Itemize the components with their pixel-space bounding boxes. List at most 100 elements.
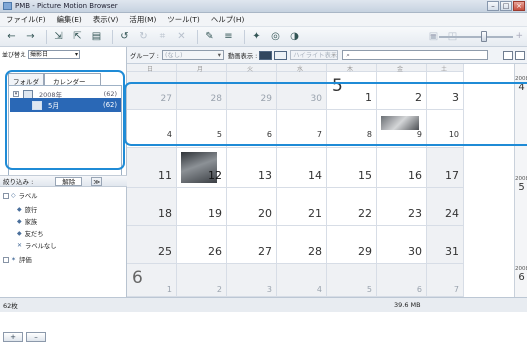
calendar-day[interactable]: 11	[127, 148, 177, 188]
close-button[interactable]: ×	[513, 1, 525, 11]
weekday-thu: 木	[327, 64, 377, 73]
delete-icon[interactable]: ✕	[174, 29, 189, 44]
no-tag-icon: ✕	[17, 242, 23, 249]
calendar-day[interactable]: 3	[227, 264, 277, 297]
filter-icon[interactable]: ≡	[221, 29, 236, 44]
calendar-day[interactable]: 7	[427, 264, 464, 297]
calendar-day[interactable]: 18	[127, 188, 177, 226]
calendar-day[interactable]: 2	[177, 264, 227, 297]
calendar-day[interactable]: 61	[127, 264, 177, 297]
group-label: グループ :	[130, 52, 159, 60]
status-bar: 62枚 39.6 MB	[0, 297, 527, 312]
calendar-day[interactable]: 25	[127, 226, 177, 264]
month-indicator[interactable]: 20086	[515, 266, 527, 283]
calendar-day[interactable]: 17	[427, 148, 464, 188]
filter-collapse-button[interactable]: ≫	[91, 176, 103, 186]
tag-icon: ◆	[17, 218, 22, 225]
menu-tools[interactable]: ツール(T)	[167, 14, 199, 25]
export-icon[interactable]: ⇱	[70, 29, 85, 44]
minimize-button[interactable]: –	[487, 1, 499, 11]
filter-no-label-item[interactable]: ✕ ラベルなし	[17, 241, 57, 250]
share-icon[interactable]: ◎	[268, 29, 283, 44]
zoom-slider-track[interactable]	[439, 36, 513, 38]
search-input[interactable]: ⌕	[342, 50, 489, 60]
calendar-day[interactable]: 22	[327, 188, 377, 226]
weekday-sat: 土	[427, 64, 464, 73]
filter-trip-item[interactable]: ◆ 旅行	[17, 205, 37, 214]
calendar-day[interactable]: 14	[277, 148, 327, 188]
calendar-day[interactable]: 24	[427, 188, 464, 226]
tag-icon: ◆	[17, 206, 22, 213]
rotate-left-icon[interactable]: ↺	[117, 29, 132, 44]
total-size: 39.6 MB	[394, 301, 421, 309]
calendar-day[interactable]: 5	[327, 264, 377, 297]
zoom-out-icon[interactable]: −	[429, 31, 437, 41]
menu-help[interactable]: ヘルプ(H)	[211, 14, 245, 25]
expand-toggle-icon[interactable]	[3, 256, 9, 263]
calendar-day[interactable]: 21	[277, 188, 327, 226]
calendar-day[interactable]: 20	[227, 188, 277, 226]
print-icon[interactable]: ▤	[89, 29, 104, 44]
calendar-day[interactable]: 31	[427, 226, 464, 264]
calendar-day[interactable]: 12	[177, 148, 227, 188]
forward-arrow-icon[interactable]: →	[23, 29, 38, 44]
calendar-day[interactable]: 15	[327, 148, 377, 188]
filter-labels-item[interactable]: ◇ ラベル	[3, 191, 38, 200]
weekday-fri: 金	[377, 64, 427, 73]
weekday-mon: 月	[177, 64, 227, 73]
calendar-day[interactable]: 13	[227, 148, 277, 188]
calendar-day[interactable]: 29	[327, 226, 377, 264]
edit-icon[interactable]: ✎	[202, 29, 217, 44]
group-select[interactable]: (なし)	[161, 50, 224, 60]
disc-icon[interactable]: ◑	[287, 29, 302, 44]
filter-family-item[interactable]: ◆ 家族	[17, 217, 37, 226]
calendar-day[interactable]: 27	[227, 226, 277, 264]
movie-view-icon[interactable]	[259, 50, 273, 60]
menu-view[interactable]: 表示(V)	[93, 14, 119, 25]
remove-label-button[interactable]: –	[26, 331, 46, 342]
tag-icon: ◆	[17, 230, 22, 237]
highlight-select[interactable]: ハイライト表示	[290, 50, 339, 60]
zoom-in-icon[interactable]: +	[515, 31, 523, 41]
calendar-day[interactable]: 16	[377, 148, 427, 188]
calendar-day[interactable]: 4	[277, 264, 327, 297]
maximize-button[interactable]: □	[500, 1, 512, 11]
menu-file[interactable]: ファイル(F)	[6, 14, 46, 25]
rotate-right-icon[interactable]: ↻	[136, 29, 151, 44]
sort-row: 並び替え 撮影日	[2, 50, 81, 59]
calendar-day[interactable]: 26	[177, 226, 227, 264]
item-count: 62枚	[3, 302, 18, 310]
calendar-day[interactable]: 19	[177, 188, 227, 226]
detail-view-icon[interactable]	[515, 51, 525, 60]
calendar-day[interactable]: 6	[377, 264, 427, 297]
filter-label: 絞り込み :	[3, 178, 34, 186]
label-icon: ◇	[11, 192, 16, 199]
sort-select[interactable]: 撮影日	[28, 50, 81, 59]
calendar-day[interactable]: 23	[377, 188, 427, 226]
month-start-number: 6	[132, 268, 143, 288]
movie-list-icon[interactable]	[274, 50, 288, 60]
weekday-wed: 水	[277, 64, 327, 73]
weekday-sun: 日	[127, 64, 177, 73]
import-icon[interactable]: ⇲	[51, 29, 66, 44]
menu-edit[interactable]: 編集(E)	[57, 14, 82, 25]
single-view-icon[interactable]	[503, 51, 513, 60]
filter-clear-button[interactable]: 解除	[55, 176, 83, 186]
calendar-day[interactable]: 30	[377, 226, 427, 264]
map-icon[interactable]: ✦	[249, 29, 264, 44]
calendar-day[interactable]: 28	[277, 226, 327, 264]
main-options-bar: グループ : (なし) 動画表示 : ハイライト表示 ⌕	[127, 47, 527, 64]
filter-friends-item[interactable]: ◆ 友だち	[17, 229, 44, 238]
add-label-button[interactable]: +	[3, 331, 23, 342]
sidebar-footer: + –	[0, 329, 127, 344]
zoom-slider-handle[interactable]	[481, 31, 487, 42]
back-arrow-icon[interactable]: ←	[4, 29, 19, 44]
filter-rating-item[interactable]: ✶ 評価	[3, 255, 32, 264]
expand-toggle-icon[interactable]	[3, 192, 9, 199]
month-indicator[interactable]: 20085	[515, 176, 527, 193]
crop-icon[interactable]: ⌗	[155, 29, 170, 44]
calendar-week-row: 18 19 20 21 22 23 24	[127, 188, 514, 226]
movie-display-label: 動画表示 :	[227, 52, 258, 60]
filter-list: ◇ ラベル ◆ 旅行 ◆ 家族 ◆ 友だち ✕ ラベルなし ✶ 評価	[0, 187, 127, 315]
menu-manipulate[interactable]: 活用(M)	[129, 14, 156, 25]
